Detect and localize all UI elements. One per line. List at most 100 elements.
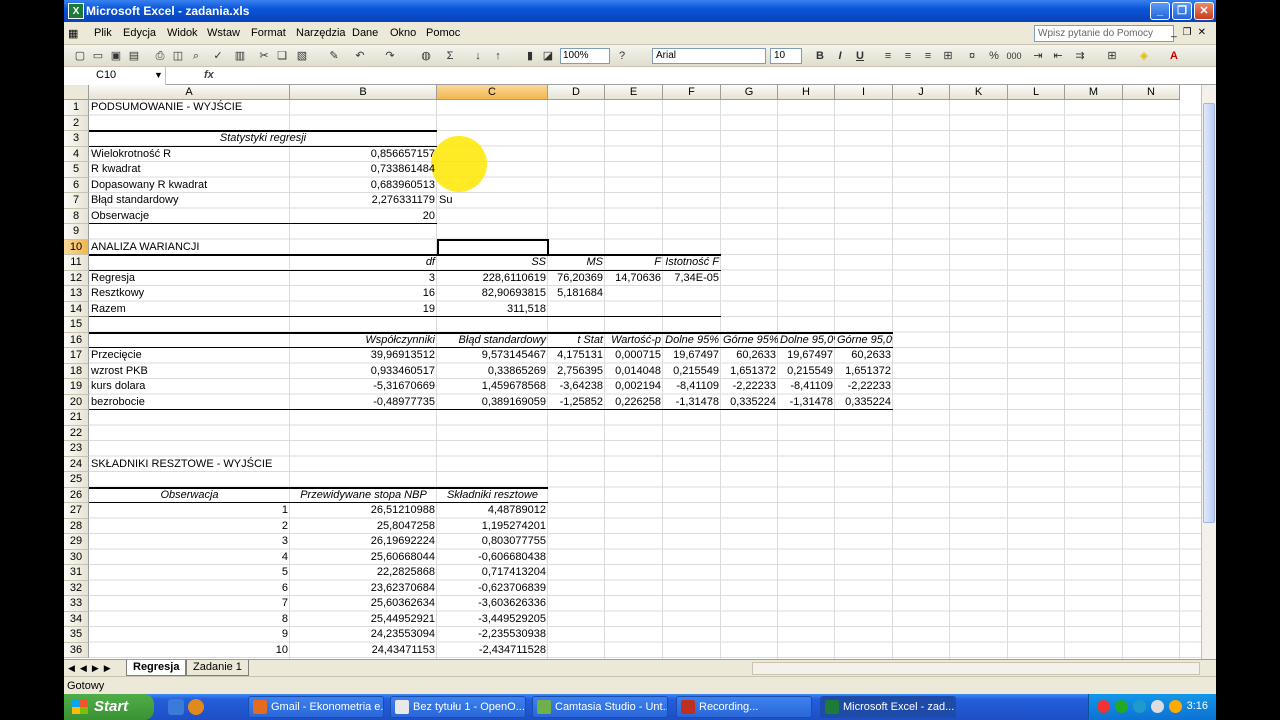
cell-d16[interactable]: t Stat (548, 333, 605, 348)
minimize-button[interactable]: _ (1150, 2, 1170, 20)
italic-button[interactable]: I (832, 48, 848, 64)
cell-b14[interactable]: 19 (290, 302, 437, 317)
row-header-7[interactable]: 7 (64, 193, 89, 209)
cell-c20[interactable]: 0,389169059 (437, 395, 548, 410)
row-header-3[interactable]: 3 (64, 131, 89, 147)
cell-b36[interactable]: 24,43471153 (290, 643, 437, 658)
cell-g20[interactable]: 0,335224 (721, 395, 778, 410)
cell-c29[interactable]: 0,803077755 (437, 534, 548, 549)
row-header-14[interactable]: 14 (64, 301, 89, 317)
cell-f11[interactable]: Istotność F (663, 255, 721, 270)
align-right-icon[interactable]: ≡ (920, 48, 936, 64)
row-header-19[interactable]: 19 (64, 379, 89, 395)
cell-b7[interactable]: 2,276331179 (290, 193, 437, 208)
cell-h20[interactable]: -1,31478 (778, 395, 835, 410)
column-header-c[interactable]: C (437, 85, 548, 100)
column-header-m[interactable]: M (1065, 85, 1123, 100)
cell-a13[interactable]: Resztkowy (89, 286, 290, 301)
cell-c36[interactable]: -2,434711528 (437, 643, 548, 658)
row-header-35[interactable]: 35 (64, 627, 89, 643)
cell-d20[interactable]: -1,25852 (548, 395, 605, 410)
hyperlink-icon[interactable]: ◍ (418, 48, 434, 64)
row-header-15[interactable]: 15 (64, 317, 89, 333)
cell-c13[interactable]: 82,90693815 (437, 286, 548, 301)
cell-a12[interactable]: Regresja (89, 271, 290, 286)
name-box-dropdown-icon[interactable]: ▼ (154, 70, 163, 80)
autosum-icon[interactable]: Σ (442, 48, 458, 64)
cell-a20[interactable]: bezrobocie (89, 395, 290, 410)
cell-a14[interactable]: Razem (89, 302, 290, 317)
help-search-input[interactable]: Wpisz pytanie do Pomocy (1034, 25, 1174, 42)
bold-button[interactable]: B (812, 48, 828, 64)
cell-a36[interactable]: 10 (89, 643, 290, 658)
cell-c34[interactable]: -3,449529205 (437, 612, 548, 627)
column-header-j[interactable]: J (893, 85, 950, 100)
redo-icon[interactable]: ↷ (382, 48, 398, 64)
font-color-icon[interactable]: A (1166, 48, 1182, 64)
cell-f20[interactable]: -1,31478 (663, 395, 721, 410)
active-cell-c10[interactable] (437, 238, 549, 256)
sort-ascending-icon[interactable]: ↓ (470, 48, 486, 64)
task-camtasia[interactable]: Camtasia Studio - Unt... (532, 696, 668, 718)
cell-a18[interactable]: wzrost PKB (89, 364, 290, 379)
cell-f19[interactable]: -8,41109 (663, 379, 721, 394)
cell-f16[interactable]: Dolne 95% (663, 333, 721, 348)
cell-a26[interactable]: Obserwacja (89, 488, 290, 503)
cell-a4[interactable]: Wielokrotność R (89, 147, 290, 162)
menu-widok[interactable]: Widok (167, 27, 198, 39)
cell-e19[interactable]: 0,002194 (605, 379, 663, 394)
cell-e17[interactable]: 0,000715 (605, 348, 663, 363)
menu-plik[interactable]: Plik (94, 27, 112, 39)
menu-narzedzia[interactable]: Narzędzia (296, 27, 346, 39)
task-gmail[interactable]: Gmail - Ekonometria e... (248, 696, 384, 718)
function-icon[interactable]: fx (204, 69, 214, 81)
cell-a3[interactable]: Statystyki regresji (89, 131, 437, 146)
cell-c12[interactable]: 228,6110619 (437, 271, 548, 286)
cell-b8[interactable]: 20 (290, 209, 437, 224)
cell-b34[interactable]: 25,44952921 (290, 612, 437, 627)
cell-a35[interactable]: 9 (89, 627, 290, 642)
cell-c7[interactable]: Su (437, 193, 548, 208)
cell-d11[interactable]: MS (548, 255, 605, 270)
row-header-25[interactable]: 25 (64, 472, 89, 488)
drawing-icon[interactable]: ◪ (540, 48, 556, 64)
tray-icon-5[interactable] (1169, 700, 1182, 713)
row-header-33[interactable]: 33 (64, 596, 89, 612)
column-header-l[interactable]: L (1008, 85, 1065, 100)
column-header-g[interactable]: G (721, 85, 778, 100)
menu-okno[interactable]: Okno (390, 27, 416, 39)
cell-f18[interactable]: 0,215549 (663, 364, 721, 379)
column-header-h[interactable]: H (778, 85, 835, 100)
close-button[interactable]: ✕ (1194, 2, 1214, 20)
row-header-36[interactable]: 36 (64, 642, 89, 658)
cell-c11[interactable]: SS (437, 255, 548, 270)
row-header-11[interactable]: 11 (64, 255, 89, 271)
row-header-18[interactable]: 18 (64, 363, 89, 379)
cell-h18[interactable]: 0,215549 (778, 364, 835, 379)
cell-a1[interactable]: PODSUMOWANIE - WYJŚCIE (89, 100, 290, 115)
cell-b13[interactable]: 16 (290, 286, 437, 301)
task-openoffice[interactable]: Bez tytułu 1 - OpenO... (390, 696, 526, 718)
cell-c30[interactable]: -0,606680438 (437, 550, 548, 565)
cell-c32[interactable]: -0,623706839 (437, 581, 548, 596)
cell-c35[interactable]: -2,235530938 (437, 627, 548, 642)
start-button[interactable]: Start (64, 694, 154, 720)
cell-h17[interactable]: 19,67497 (778, 348, 835, 363)
row-header-27[interactable]: 27 (64, 503, 89, 519)
row-header-29[interactable]: 29 (64, 534, 89, 550)
merge-center-icon[interactable]: ⊞ (940, 48, 956, 64)
task-excel[interactable]: Microsoft Excel - zad... (820, 696, 956, 718)
cell-b20[interactable]: -0,48977735 (290, 395, 437, 410)
cell-e12[interactable]: 14,70636 (605, 271, 663, 286)
research-icon[interactable]: ⌕ (188, 48, 204, 64)
row-header-6[interactable]: 6 (64, 177, 89, 193)
fill-color-icon[interactable]: ◈ (1136, 48, 1152, 64)
cell-i16[interactable]: Górne 95,0% (835, 333, 893, 348)
cell-e16[interactable]: Wartość-p (605, 333, 663, 348)
cell-a29[interactable]: 3 (89, 534, 290, 549)
task-recording[interactable]: Recording... (676, 696, 812, 718)
column-header-k[interactable]: K (950, 85, 1008, 100)
cell-a5[interactable]: R kwadrat (89, 162, 290, 177)
cell-b18[interactable]: 0,933460517 (290, 364, 437, 379)
cell-g19[interactable]: -2,22233 (721, 379, 778, 394)
